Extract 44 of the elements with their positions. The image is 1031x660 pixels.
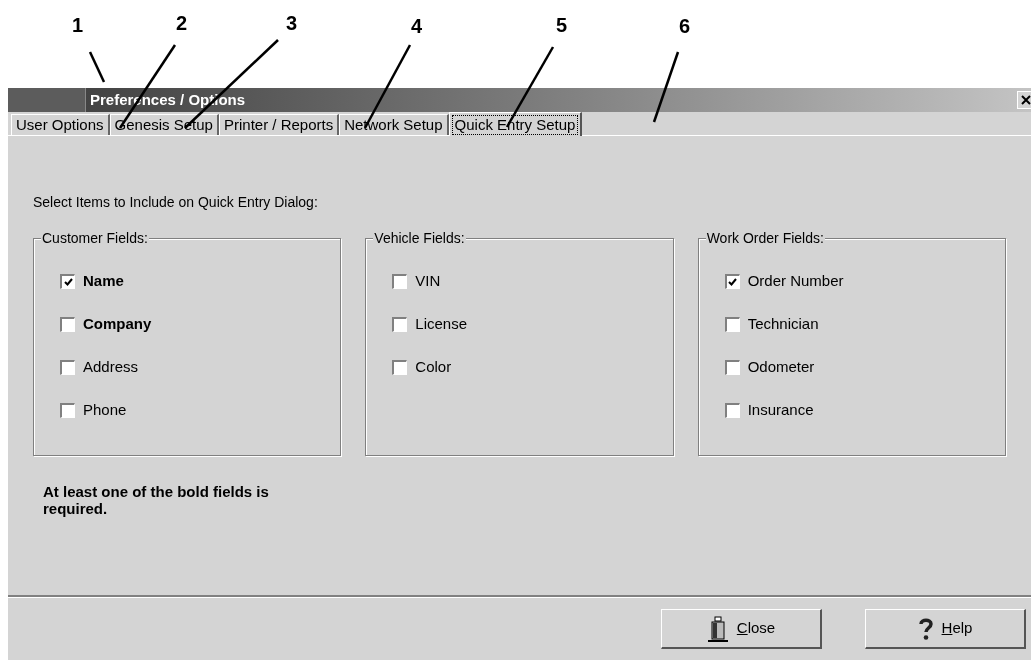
callout-number: 6 [679, 15, 691, 37]
checkbox[interactable] [60, 274, 75, 289]
checkbox-label: Insurance [747, 400, 814, 421]
checkbox-label: Company [83, 314, 152, 335]
question-icon [917, 616, 934, 641]
tab[interactable]: Quick Entry Setup [448, 112, 583, 136]
checkbox-label: VIN [415, 271, 441, 292]
callout-number: 2 [176, 12, 188, 34]
instruction-text: Select Items to Include on Quick Entry Dialog: [33, 193, 319, 212]
checkbox[interactable] [724, 360, 740, 375]
tab[interactable]: Printer / Reports [218, 114, 340, 135]
checkbox-label: Order Number [747, 271, 844, 292]
door-icon [706, 615, 729, 642]
checkbox-label: License [415, 314, 468, 335]
checkbox[interactable] [724, 317, 740, 332]
callout-number: 3 [286, 12, 298, 34]
window-title: Preferences / Options [90, 89, 246, 110]
callout-number: 4 [411, 15, 423, 37]
help-button[interactable]: Help [865, 609, 1026, 649]
checkbox[interactable] [60, 360, 75, 375]
checkbox[interactable] [392, 274, 408, 289]
checkbox[interactable] [60, 403, 75, 418]
callout-number: 1 [72, 14, 84, 36]
checkbox-label: Address [83, 357, 139, 378]
checkbox[interactable] [724, 274, 740, 289]
checkbox-label: Color [415, 357, 452, 378]
leader-line [88, 50, 106, 84]
checkbox[interactable] [724, 403, 740, 418]
note-text: At least one of the bold fields is required. [43, 483, 270, 517]
tab[interactable]: User Options [11, 114, 110, 135]
close-button[interactable] [1017, 91, 1031, 109]
checkbox[interactable] [60, 317, 75, 332]
close-button[interactable]: Close [661, 609, 822, 649]
callout-number: 5 [556, 14, 568, 36]
close-icon [1021, 95, 1031, 105]
check-icon [63, 278, 73, 286]
checkbox[interactable] [392, 317, 408, 332]
checkbox-label: Phone [83, 400, 127, 421]
check-icon [728, 278, 738, 286]
checkbox-label: Name [83, 271, 124, 292]
app-icon [8, 88, 86, 112]
checkbox-label: Technician [747, 314, 819, 335]
checkbox[interactable] [392, 360, 408, 375]
checkbox-label: Odometer [747, 357, 815, 378]
